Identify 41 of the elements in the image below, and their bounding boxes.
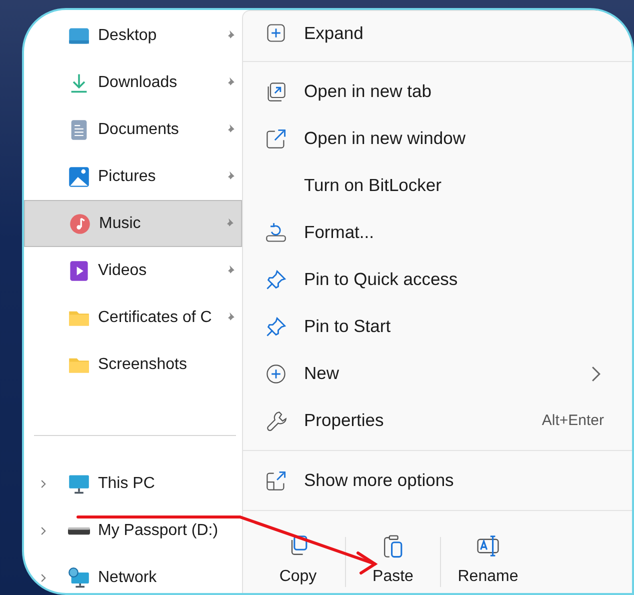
sidebar-item[interactable]: Desktop	[24, 12, 242, 59]
tree-item[interactable]: This PC	[24, 460, 242, 507]
menu-item[interactable]: Properties Alt+Enter	[243, 397, 632, 444]
picture-icon	[68, 166, 90, 188]
plus-circle-icon	[265, 362, 287, 384]
sidebar-item[interactable]: Documents	[24, 106, 242, 153]
menu-item[interactable]: Expand	[243, 11, 632, 55]
menu-item[interactable]: Show more options	[243, 457, 632, 504]
external-window-icon	[265, 128, 287, 150]
sidebar-item[interactable]: Pictures	[24, 153, 242, 200]
tree-item[interactable]: My Passport (D:)	[24, 507, 242, 554]
sidebar-item[interactable]: Videos	[24, 247, 242, 294]
pin-icon	[265, 316, 287, 338]
format-icon	[265, 222, 287, 244]
menu-item[interactable]: Open in new window	[243, 115, 632, 162]
rename-icon	[476, 534, 500, 558]
video-icon	[68, 260, 90, 282]
monitor-icon	[68, 472, 90, 494]
pin-icon	[265, 268, 287, 290]
menu-item[interactable]: Open in new tab	[243, 68, 632, 115]
menu-item[interactable]: Format...	[243, 209, 632, 256]
menu-item[interactable]: Turn on BitLocker	[243, 162, 632, 209]
plus-square-icon	[265, 22, 287, 44]
sidebar-item[interactable]: Music	[24, 200, 242, 247]
menu-item[interactable]: New	[243, 350, 632, 397]
tabs-icon	[265, 80, 287, 102]
menu-item[interactable]: Pin to Quick access	[243, 256, 632, 303]
shortcut-text: Alt+Enter	[542, 412, 604, 429]
action-button[interactable]: Rename	[443, 525, 533, 593]
action-button[interactable]: Copy	[253, 525, 343, 593]
wrench-icon	[265, 410, 287, 432]
menu-item[interactable]: Pin to Start	[243, 303, 632, 350]
network-icon	[68, 566, 90, 588]
tree-item[interactable]: Network	[24, 554, 242, 593]
expand-window-icon	[265, 470, 287, 492]
music-icon	[69, 212, 91, 234]
clipboard-icon	[381, 534, 405, 558]
sidebar-item[interactable]: Downloads	[24, 59, 242, 106]
action-button[interactable]: Paste	[348, 525, 438, 593]
sidebar-item[interactable]: Certificates of C	[24, 294, 242, 341]
sidebar-item[interactable]: Screenshots	[24, 341, 242, 388]
